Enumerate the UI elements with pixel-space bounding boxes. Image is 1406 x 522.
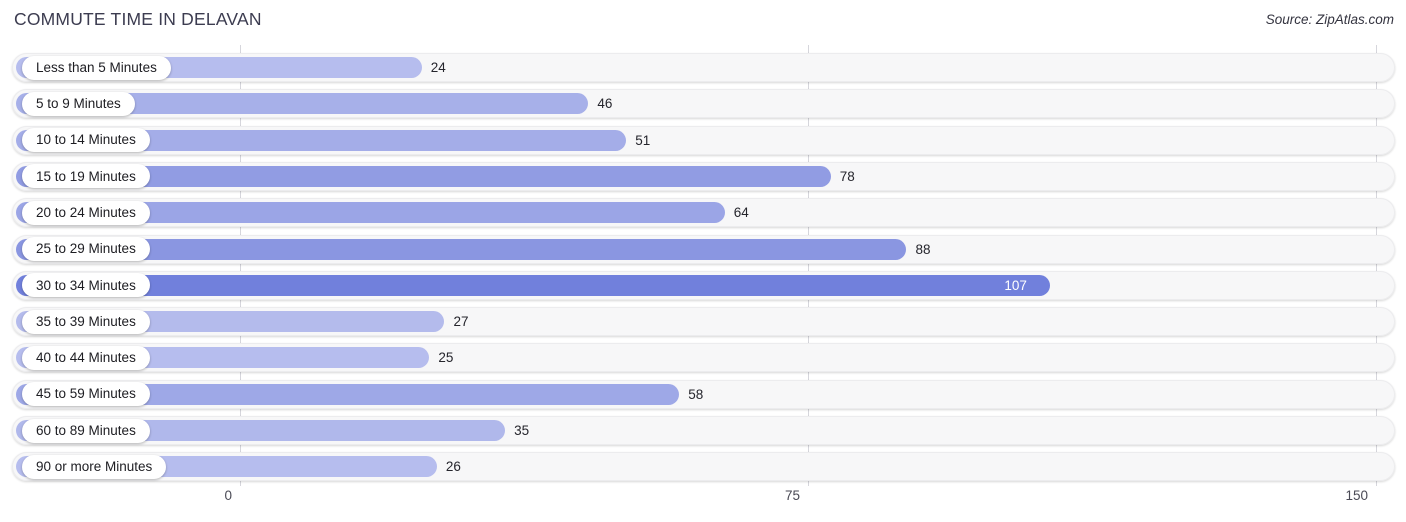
x-axis: 0 75 150 bbox=[0, 486, 1406, 522]
bar-value-label: 51 bbox=[635, 132, 651, 148]
bar-row[interactable]: Less than 5 Minutes 24 bbox=[12, 53, 1395, 82]
bar-category-label: 45 to 59 Minutes bbox=[22, 382, 150, 407]
bar-row[interactable]: 90 or more Minutes 26 bbox=[12, 452, 1395, 482]
bar-value-label: 26 bbox=[445, 459, 461, 475]
bar-category-label: 5 to 9 Minutes bbox=[22, 91, 135, 116]
bar-row[interactable]: 30 to 34 Minutes 107 bbox=[12, 270, 1395, 300]
bar-category-label: 20 to 24 Minutes bbox=[22, 200, 150, 225]
bar-value-label: 35 bbox=[514, 423, 530, 438]
bar-category-label: Less than 5 Minutes bbox=[22, 55, 171, 80]
bar-fill bbox=[16, 274, 1051, 296]
page-title: COMMUTE TIME IN DELAVAN bbox=[14, 9, 262, 29]
bar-category-label: 25 to 29 Minutes bbox=[22, 237, 150, 261]
bar-category-label-text: 40 to 44 Minutes bbox=[36, 350, 136, 366]
bar-value-label: 64 bbox=[733, 205, 749, 221]
bar-value-label: 78 bbox=[839, 168, 855, 184]
bar-category-label-text: 45 to 59 Minutes bbox=[36, 386, 136, 402]
chart-container: COMMUTE TIME IN DELAVAN Source: ZipAtlas… bbox=[0, 0, 1406, 522]
x-axis-tick-label: 75 bbox=[784, 488, 800, 503]
x-axis-tick-label: 150 bbox=[1345, 488, 1368, 503]
bar-row[interactable]: 40 to 44 Minutes 25 bbox=[12, 343, 1395, 373]
chart-source-attribution: Source: ZipAtlas.com bbox=[1265, 12, 1394, 27]
bar-value-label: 107 bbox=[1004, 277, 1027, 293]
bar-category-label: 10 to 14 Minutes bbox=[22, 128, 150, 153]
bar-row[interactable]: 20 to 24 Minutes 64 bbox=[12, 198, 1395, 228]
bar-value-label: 24 bbox=[430, 60, 446, 75]
bar-category-label: 90 or more Minutes bbox=[22, 454, 167, 479]
bar-category-label-text: 30 to 34 Minutes bbox=[36, 277, 136, 293]
bar-row[interactable]: 25 to 29 Minutes 88 bbox=[12, 234, 1395, 264]
bar-value-label: 27 bbox=[453, 314, 469, 330]
bar-category-label: 60 to 89 Minutes bbox=[22, 418, 150, 443]
bar-rows: Less than 5 Minutes 24 5 to 9 Minutes 46 10 … bbox=[0, 45, 1406, 486]
bar-row[interactable]: 10 to 14 Minutes 51 bbox=[12, 125, 1395, 155]
bar-value-label: 58 bbox=[688, 386, 704, 402]
bar-category-label-text: 25 to 29 Minutes bbox=[36, 241, 136, 257]
bar-value-label: 25 bbox=[438, 350, 454, 366]
bar-row[interactable]: 45 to 59 Minutes 58 bbox=[12, 379, 1395, 409]
bar-row[interactable]: 15 to 19 Minutes 78 bbox=[12, 161, 1395, 191]
bar-category-label: 30 to 34 Minutes bbox=[22, 273, 150, 298]
bar-category-label-text: 5 to 9 Minutes bbox=[36, 96, 121, 112]
bar-category-label-text: 15 to 19 Minutes bbox=[36, 168, 136, 184]
bar-category-label: 35 to 39 Minutes bbox=[22, 309, 150, 334]
x-axis-tick-label: 0 bbox=[224, 488, 232, 503]
bar-category-label-text: 90 or more Minutes bbox=[36, 459, 153, 475]
bar-row[interactable]: 60 to 89 Minutes 35 bbox=[12, 416, 1395, 445]
bar-category-label: 15 to 19 Minutes bbox=[22, 164, 150, 189]
bar-row[interactable]: 35 to 39 Minutes 27 bbox=[12, 307, 1395, 337]
bar-category-label: 40 to 44 Minutes bbox=[22, 345, 150, 370]
bar-value-label: 46 bbox=[597, 96, 613, 112]
plot-area: Less than 5 Minutes 24 5 to 9 Minutes 46 10 … bbox=[0, 45, 1406, 486]
bar-category-label-text: Less than 5 Minutes bbox=[36, 59, 157, 75]
bar-category-label-text: 35 to 39 Minutes bbox=[36, 313, 136, 329]
bar-category-label-text: 60 to 89 Minutes bbox=[36, 422, 136, 438]
bar-category-label-text: 20 to 24 Minutes bbox=[36, 204, 136, 220]
bar-row[interactable]: 5 to 9 Minutes 46 bbox=[12, 89, 1395, 119]
bar-category-label-text: 10 to 14 Minutes bbox=[36, 132, 136, 148]
bar-value-label: 88 bbox=[915, 241, 931, 257]
